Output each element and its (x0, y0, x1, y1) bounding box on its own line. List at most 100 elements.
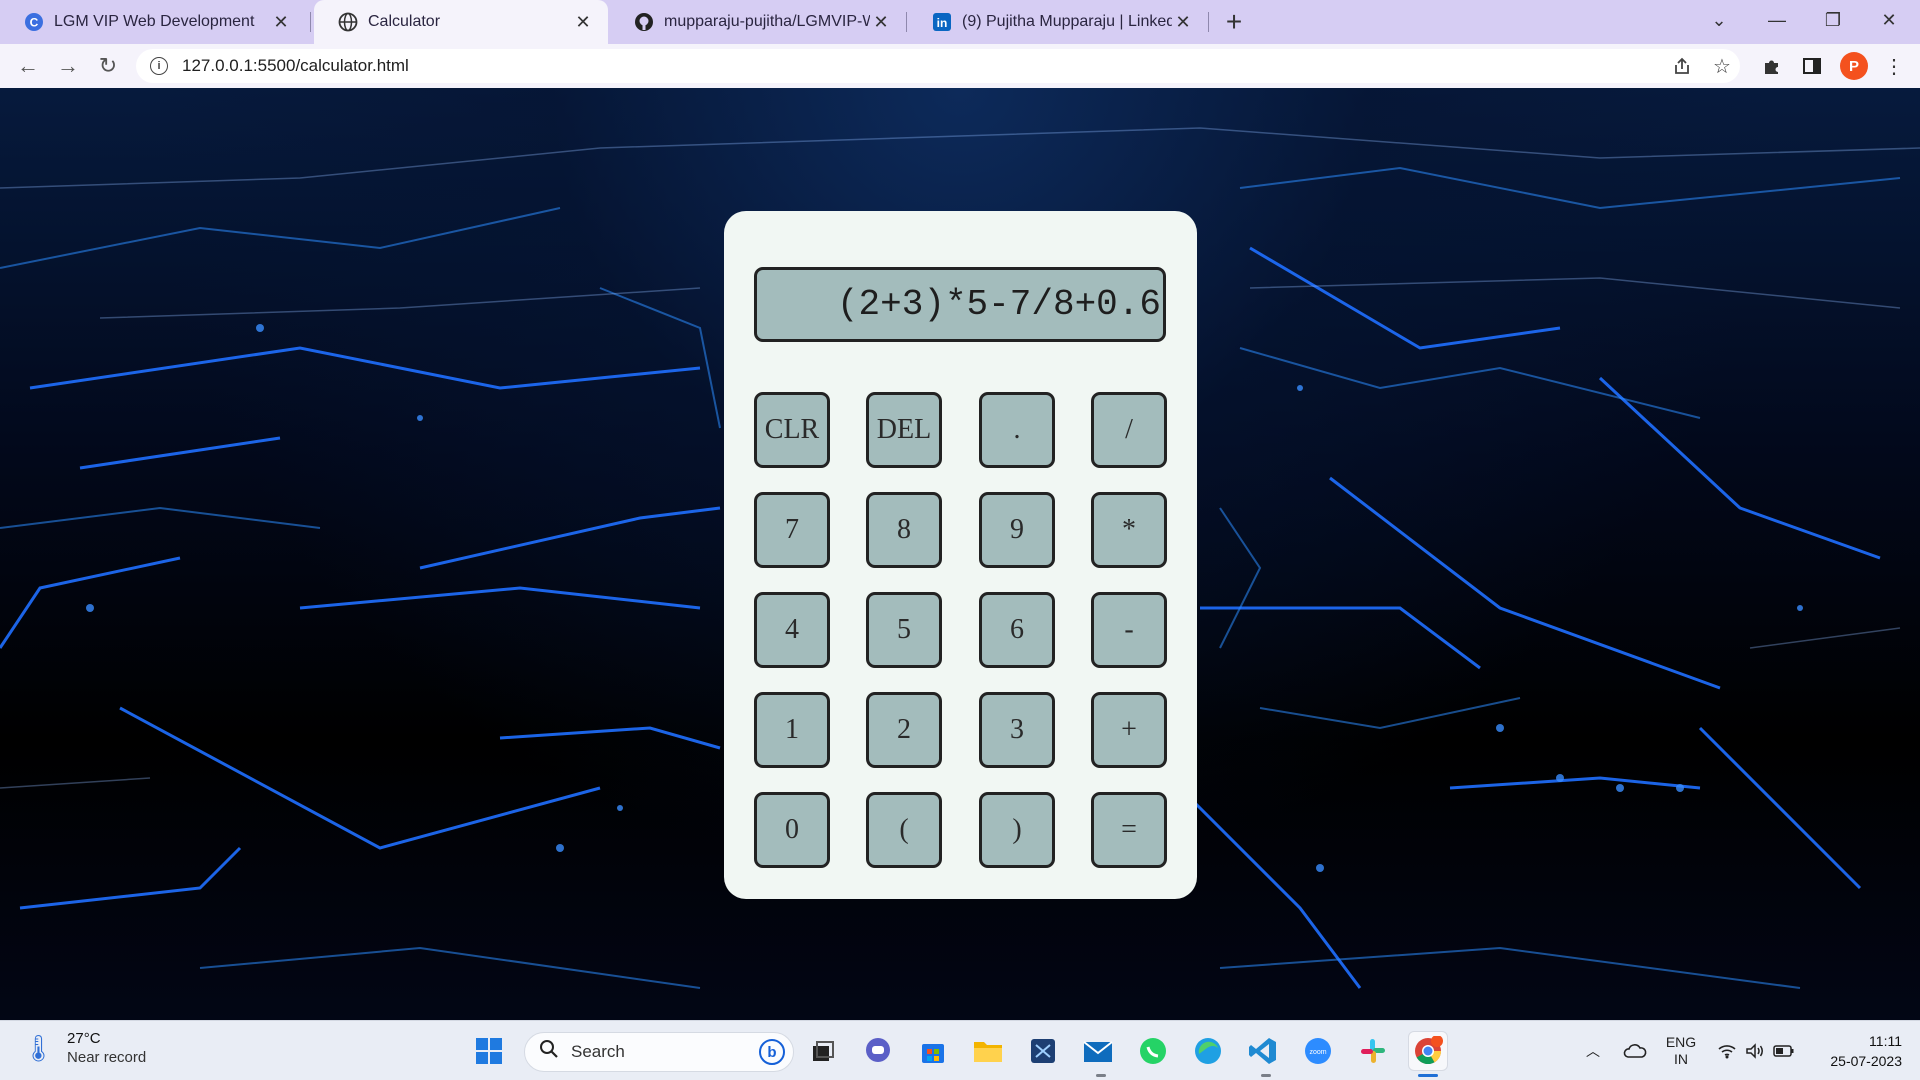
svg-text:C: C (30, 16, 39, 30)
display-expression: (2+3)*5-7/8+0.6 (836, 284, 1161, 325)
close-window-button[interactable]: ✕ (1864, 0, 1914, 40)
search-icon (539, 1039, 559, 1065)
weather-temp: 27°C (67, 1030, 101, 1047)
onedrive-cloud-icon[interactable] (1620, 1021, 1650, 1080)
slack-icon[interactable] (1353, 1031, 1393, 1071)
digit-2-button[interactable]: 2 (866, 692, 942, 768)
github-icon (634, 12, 654, 32)
start-windows-icon[interactable] (469, 1031, 509, 1071)
vscode-running-indicator (1261, 1074, 1271, 1077)
mail-icon[interactable] (1078, 1031, 1118, 1071)
open-paren-button[interactable]: ( (866, 792, 942, 868)
forward-arrow-icon[interactable]: → (52, 50, 84, 82)
bing-chat-icon[interactable]: b (759, 1039, 785, 1065)
weather-desc: Near record (67, 1049, 147, 1066)
wifi-icon[interactable] (1714, 1021, 1740, 1080)
search-placeholder: Search (571, 1042, 625, 1061)
back-arrow-icon[interactable]: ← (12, 50, 44, 82)
calculator-panel: (2+3)*5-7/8+0.6 CLR DEL . / 7 8 9 * 4 5 … (724, 211, 1197, 899)
tab-divider (1208, 12, 1209, 32)
globe-icon (338, 12, 358, 32)
digit-0-button[interactable]: 0 (754, 792, 830, 868)
microsoft-store-icon[interactable] (913, 1031, 953, 1071)
whatsapp-icon[interactable] (1133, 1031, 1173, 1071)
calculator-display: (2+3)*5-7/8+0.6 (754, 267, 1166, 342)
lang-line2: IN (1674, 1051, 1688, 1067)
digit-6-button[interactable]: 6 (979, 592, 1055, 668)
close-tab-icon[interactable]: ✕ (1172, 11, 1194, 33)
multiply-button[interactable]: * (1091, 492, 1167, 568)
profile-avatar[interactable]: P (1840, 52, 1868, 80)
thermometer-icon: 🌡 (22, 1032, 56, 1063)
weather-widget[interactable]: 🌡 27°C Near record (22, 1029, 146, 1067)
extensions-puzzle-icon[interactable] (1758, 52, 1786, 80)
tab-divider (310, 12, 311, 32)
minimize-button[interactable]: — (1752, 0, 1802, 40)
windows-taskbar: 🌡 27°C Near record Search b zoom ︿ ENG I… (0, 1020, 1920, 1080)
tab-title: LGM VIP Web Development (54, 13, 255, 30)
tab-linkedin[interactable]: in (9) Pujitha Mupparaju | LinkedIn ✕ (908, 0, 1208, 44)
more-menu-icon[interactable]: ⋮ (1880, 52, 1908, 80)
tab-calculator[interactable]: Calculator ✕ (314, 0, 608, 44)
subtract-button[interactable]: - (1091, 592, 1167, 668)
equals-button[interactable]: = (1091, 792, 1167, 868)
clock-date: 25-07-2023 (1830, 1053, 1902, 1069)
close-paren-button[interactable]: ) (979, 792, 1055, 868)
bookmark-star-icon[interactable]: ☆ (1708, 52, 1736, 80)
page-viewport: (2+3)*5-7/8+0.6 CLR DEL . / 7 8 9 * 4 5 … (0, 88, 1920, 1020)
divide-button[interactable]: / (1091, 392, 1167, 468)
digit-4-button[interactable]: 4 (754, 592, 830, 668)
tab-divider (906, 12, 907, 32)
snipping-tool-icon[interactable] (1023, 1031, 1063, 1071)
tab-strip: C LGM VIP Web Development ✕ Calculator ✕… (0, 0, 1920, 44)
task-view-icon[interactable] (803, 1031, 843, 1071)
url-text[interactable]: 127.0.0.1:5500/calculator.html (182, 56, 409, 76)
address-bar[interactable]: i 127.0.0.1:5500/calculator.html (136, 49, 1740, 83)
teams-chat-icon[interactable] (858, 1031, 898, 1071)
close-tab-icon[interactable]: ✕ (572, 11, 594, 33)
chrome-icon[interactable] (1408, 1031, 1448, 1071)
mail-running-indicator (1096, 1074, 1106, 1077)
language-indicator[interactable]: ENG IN (1660, 1021, 1702, 1080)
lang-line1: ENG (1665, 1034, 1697, 1050)
delete-button[interactable]: DEL (866, 392, 942, 468)
edge-browser-icon[interactable] (1188, 1031, 1228, 1071)
tab-github[interactable]: mupparaju-pujitha/LGMVIP-Web ✕ (610, 0, 906, 44)
taskbar-search-box[interactable]: Search b (524, 1032, 794, 1072)
digit-8-button[interactable]: 8 (866, 492, 942, 568)
reload-icon[interactable]: ↻ (92, 50, 124, 82)
vscode-icon[interactable] (1243, 1031, 1283, 1071)
site-info-icon[interactable]: i (150, 57, 168, 75)
chrome-active-indicator (1418, 1074, 1438, 1077)
digit-7-button[interactable]: 7 (754, 492, 830, 568)
zoom-icon[interactable]: zoom (1298, 1031, 1338, 1071)
digit-1-button[interactable]: 1 (754, 692, 830, 768)
tab-title: Calculator (368, 13, 441, 30)
side-panel-icon[interactable] (1798, 52, 1826, 80)
new-tab-button[interactable]: + (1218, 6, 1250, 38)
digit-9-button[interactable]: 9 (979, 492, 1055, 568)
tab-lgm[interactable]: C LGM VIP Web Development ✕ (0, 0, 306, 44)
svg-text:in: in (937, 16, 948, 30)
lgm-favicon-icon: C (24, 12, 44, 32)
add-button[interactable]: + (1091, 692, 1167, 768)
clear-button[interactable]: CLR (754, 392, 830, 468)
show-hidden-icons-chevron-icon[interactable]: ︿ (1580, 1021, 1606, 1080)
close-tab-icon[interactable]: ✕ (270, 11, 292, 33)
share-icon[interactable] (1668, 52, 1696, 80)
restore-button[interactable]: ❐ (1808, 0, 1858, 40)
svg-text:zoom: zoom (1309, 1049, 1326, 1056)
digit-5-button[interactable]: 5 (866, 592, 942, 668)
taskbar-clock[interactable]: 11:11 25-07-2023 (1812, 1031, 1902, 1071)
battery-icon[interactable] (1770, 1021, 1798, 1080)
tab-title: mupparaju-pujitha/LGMVIP-Web (664, 13, 870, 30)
browser-toolbar: ← → ↻ i 127.0.0.1:5500/calculator.html ☆… (0, 44, 1920, 88)
tab-title: (9) Pujitha Mupparaju | LinkedIn (962, 13, 1172, 30)
volume-icon[interactable] (1742, 1021, 1768, 1080)
file-explorer-icon[interactable] (968, 1031, 1008, 1071)
tab-search-chevron-icon[interactable]: ⌄ (1694, 0, 1744, 40)
close-tab-icon[interactable]: ✕ (870, 11, 892, 33)
linkedin-icon: in (932, 12, 952, 32)
decimal-button[interactable]: . (979, 392, 1055, 468)
digit-3-button[interactable]: 3 (979, 692, 1055, 768)
